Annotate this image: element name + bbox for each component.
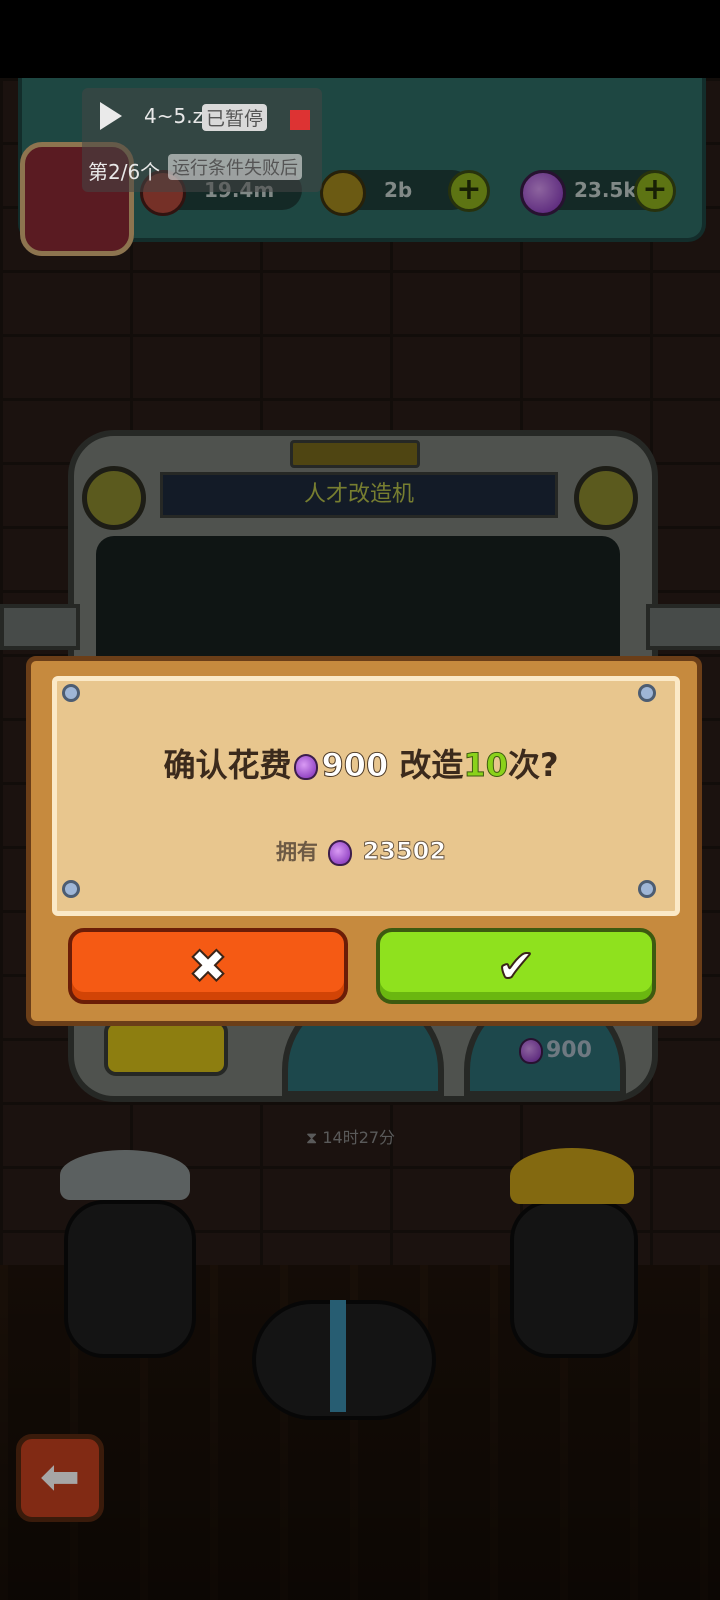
owned-label: 拥有	[275, 840, 318, 864]
message-suffix: 次?	[507, 746, 559, 784]
status-badge: 运行条件失败后	[168, 154, 302, 180]
play-icon[interactable]	[100, 102, 122, 130]
rivet-icon	[62, 684, 80, 702]
script-name: 4~5.z	[144, 104, 204, 128]
owned-potions: 拥有 23502	[52, 836, 670, 866]
dialog-parchment	[52, 676, 680, 916]
rivet-icon	[638, 880, 656, 898]
message-middle: 改造	[388, 746, 464, 784]
progress-text: 第2/6个	[88, 160, 161, 184]
confirm-button[interactable]: ✔	[376, 928, 656, 1004]
close-icon: ✖	[188, 938, 229, 994]
cancel-button[interactable]: ✖	[68, 928, 348, 1004]
message-times: 10	[463, 746, 509, 785]
potion-icon	[328, 840, 353, 866]
message-cost: 900	[321, 746, 389, 785]
stop-icon[interactable]	[290, 110, 310, 130]
potion-icon	[294, 754, 319, 780]
paused-badge: 已暂停	[202, 104, 268, 131]
script-recorder-overlay: 4~5.z 已暂停 第2/6个 运行条件失败后	[82, 88, 322, 192]
owned-value: 23502	[362, 837, 447, 866]
rivet-icon	[62, 880, 80, 898]
message-prefix: 确认花费	[163, 746, 292, 784]
confirm-message: 确认花费 900 改造10次?	[52, 740, 670, 786]
checkmark-icon: ✔	[496, 938, 537, 994]
rivet-icon	[638, 684, 656, 702]
